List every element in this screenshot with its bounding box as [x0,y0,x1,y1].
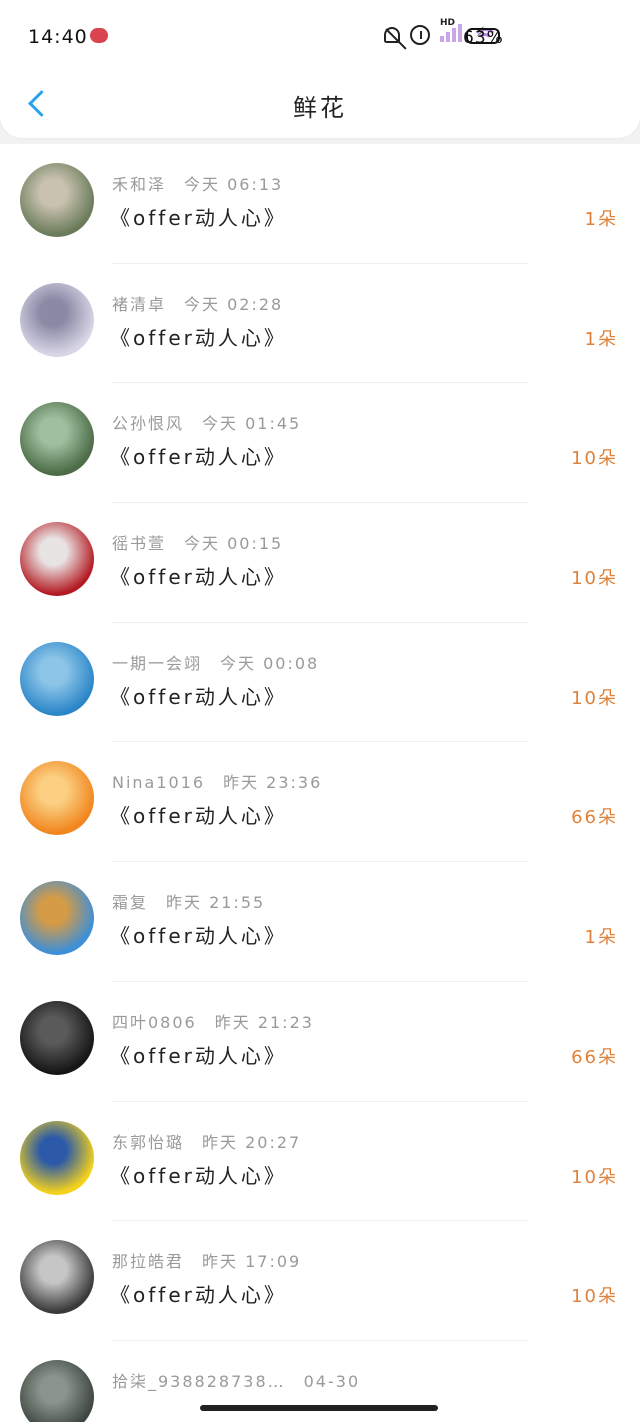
flower-count: 66朵 [571,807,618,829]
list-item[interactable]: 那拉皓君 昨天 17:09 《offer动人心》 10朵 [0,1221,640,1341]
sender-meta: 公孙恨风 今天 01:45 [112,410,301,434]
sender-meta: 东郭怡璐 昨天 20:27 [112,1129,301,1153]
avatar[interactable] [20,163,94,237]
list-item[interactable]: 四叶0806 昨天 21:23 《offer动人心》 66朵 [0,982,640,1102]
avatar[interactable] [20,1120,94,1195]
sender-name[interactable]: 一期一会翊 [112,654,202,673]
alarm-icon [410,25,430,45]
avatar[interactable] [20,402,94,477]
send-time: 今天 00:08 [220,653,320,673]
work-title: 《offer动人心》 [110,445,287,470]
battery-percent: 63% [463,28,504,48]
list-item[interactable]: 褚清卓 今天 02:28 《offer动人心》 1朵 [0,264,640,384]
sender-name[interactable]: 徭书萱 [112,534,166,553]
mute-bell-icon [384,27,400,43]
sender-name[interactable]: 四叶0806 [112,1013,197,1032]
sender-meta: Nina1016 昨天 23:36 [112,769,322,793]
list-item[interactable]: 一期一会翊 今天 00:08 《offer动人心》 10朵 [0,623,640,743]
work-title: 《offer动人心》 [110,1283,287,1308]
sender-meta: 霜复 昨天 21:55 [112,889,265,913]
avatar[interactable] [20,282,94,357]
work-title: 《offer动人心》 [110,325,287,350]
avatar[interactable] [20,1359,94,1422]
work-title: 《offer动人心》 [110,565,287,590]
flower-count: 10朵 [571,448,618,470]
avatar[interactable] [20,522,94,597]
list-item[interactable]: 霜复 昨天 21:55 《offer动人心》 1朵 [0,862,640,982]
sender-meta: 褚清卓 今天 02:28 [112,291,283,315]
flower-count: 10朵 [571,1166,618,1188]
pig-icon [90,28,108,43]
flower-gift-list[interactable]: 禾和泽 今天 06:13 《offer动人心》 1朵 褚清卓 今天 02:28 《o… [0,144,640,1422]
list-item[interactable]: 东郭怡璐 昨天 20:27 《offer动人心》 10朵 [0,1102,640,1222]
avatar[interactable] [20,1240,94,1315]
sender-meta: 徭书萱 今天 00:15 [112,530,283,554]
flower-count: 1朵 [584,328,618,350]
signal-icon: HD [440,18,462,46]
sender-name[interactable]: 霜复 [112,893,148,912]
work-title: 《offer动人心》 [110,1163,287,1188]
sender-name[interactable]: 拾柒_938828738… [112,1372,286,1391]
avatar[interactable] [20,1000,94,1075]
flower-count: 66朵 [571,1046,618,1068]
sender-name[interactable]: 东郭怡璐 [112,1133,184,1152]
send-time: 今天 01:45 [202,414,302,434]
work-title: 《offer动人心》 [110,684,287,709]
avatar[interactable] [20,881,94,956]
sender-name[interactable]: 公孙恨风 [112,414,184,433]
home-indicator[interactable] [200,1405,438,1411]
flower-count: 10朵 [571,568,618,590]
send-time: 昨天 21:23 [214,1012,314,1032]
list-item[interactable]: 禾和泽 今天 06:13 《offer动人心》 1朵 [0,144,640,264]
sender-name[interactable]: 那拉皓君 [112,1252,184,1271]
sender-meta: 禾和泽 今天 06:13 [112,171,283,195]
send-time: 今天 02:28 [184,294,284,314]
list-item[interactable]: 徭书萱 今天 00:15 《offer动人心》 10朵 [0,503,640,623]
flower-count: 1朵 [584,209,618,230]
list-item[interactable]: Nina1016 昨天 23:36 《offer动人心》 66朵 [0,742,640,863]
sender-meta: 那拉皓君 昨天 17:09 [112,1248,301,1272]
sender-name[interactable]: Nina1016 [112,773,205,792]
avatar[interactable] [20,641,94,716]
work-title: 《offer动人心》 [110,206,287,230]
send-time: 今天 00:15 [184,534,284,554]
send-time: 昨天 17:09 [202,1252,302,1272]
work-title: 《offer动人心》 [110,924,287,949]
send-time: 04-30 [303,1371,361,1391]
work-title: 《offer动人心》 [110,804,287,829]
avatar[interactable] [20,761,94,836]
sender-meta: 四叶0806 昨天 21:23 [112,1009,314,1033]
sender-meta: 拾柒_938828738… 04-30 [112,1368,360,1392]
send-time: 昨天 21:55 [166,893,266,913]
send-time: 昨天 23:36 [223,773,323,793]
flower-count: 10朵 [571,1286,618,1308]
flower-count: 1朵 [584,927,618,949]
status-time: 14:40 [28,26,88,48]
list-item[interactable]: 公孙恨风 今天 01:45 《offer动人心》 10朵 [0,383,640,504]
send-time: 昨天 20:27 [202,1132,302,1152]
status-bar: 14:40 HD 63% [0,0,640,70]
page-title: 鲜花 [293,94,347,122]
sender-name[interactable]: 褚清卓 [112,295,166,314]
work-title: 《offer动人心》 [110,1043,287,1068]
sender-meta: 一期一会翊 今天 00:08 [112,650,319,674]
nav-bar: 鲜花 [0,70,640,138]
sender-name[interactable]: 禾和泽 [112,175,166,194]
send-time: 今天 06:13 [184,175,284,194]
flower-count: 10朵 [571,687,618,709]
